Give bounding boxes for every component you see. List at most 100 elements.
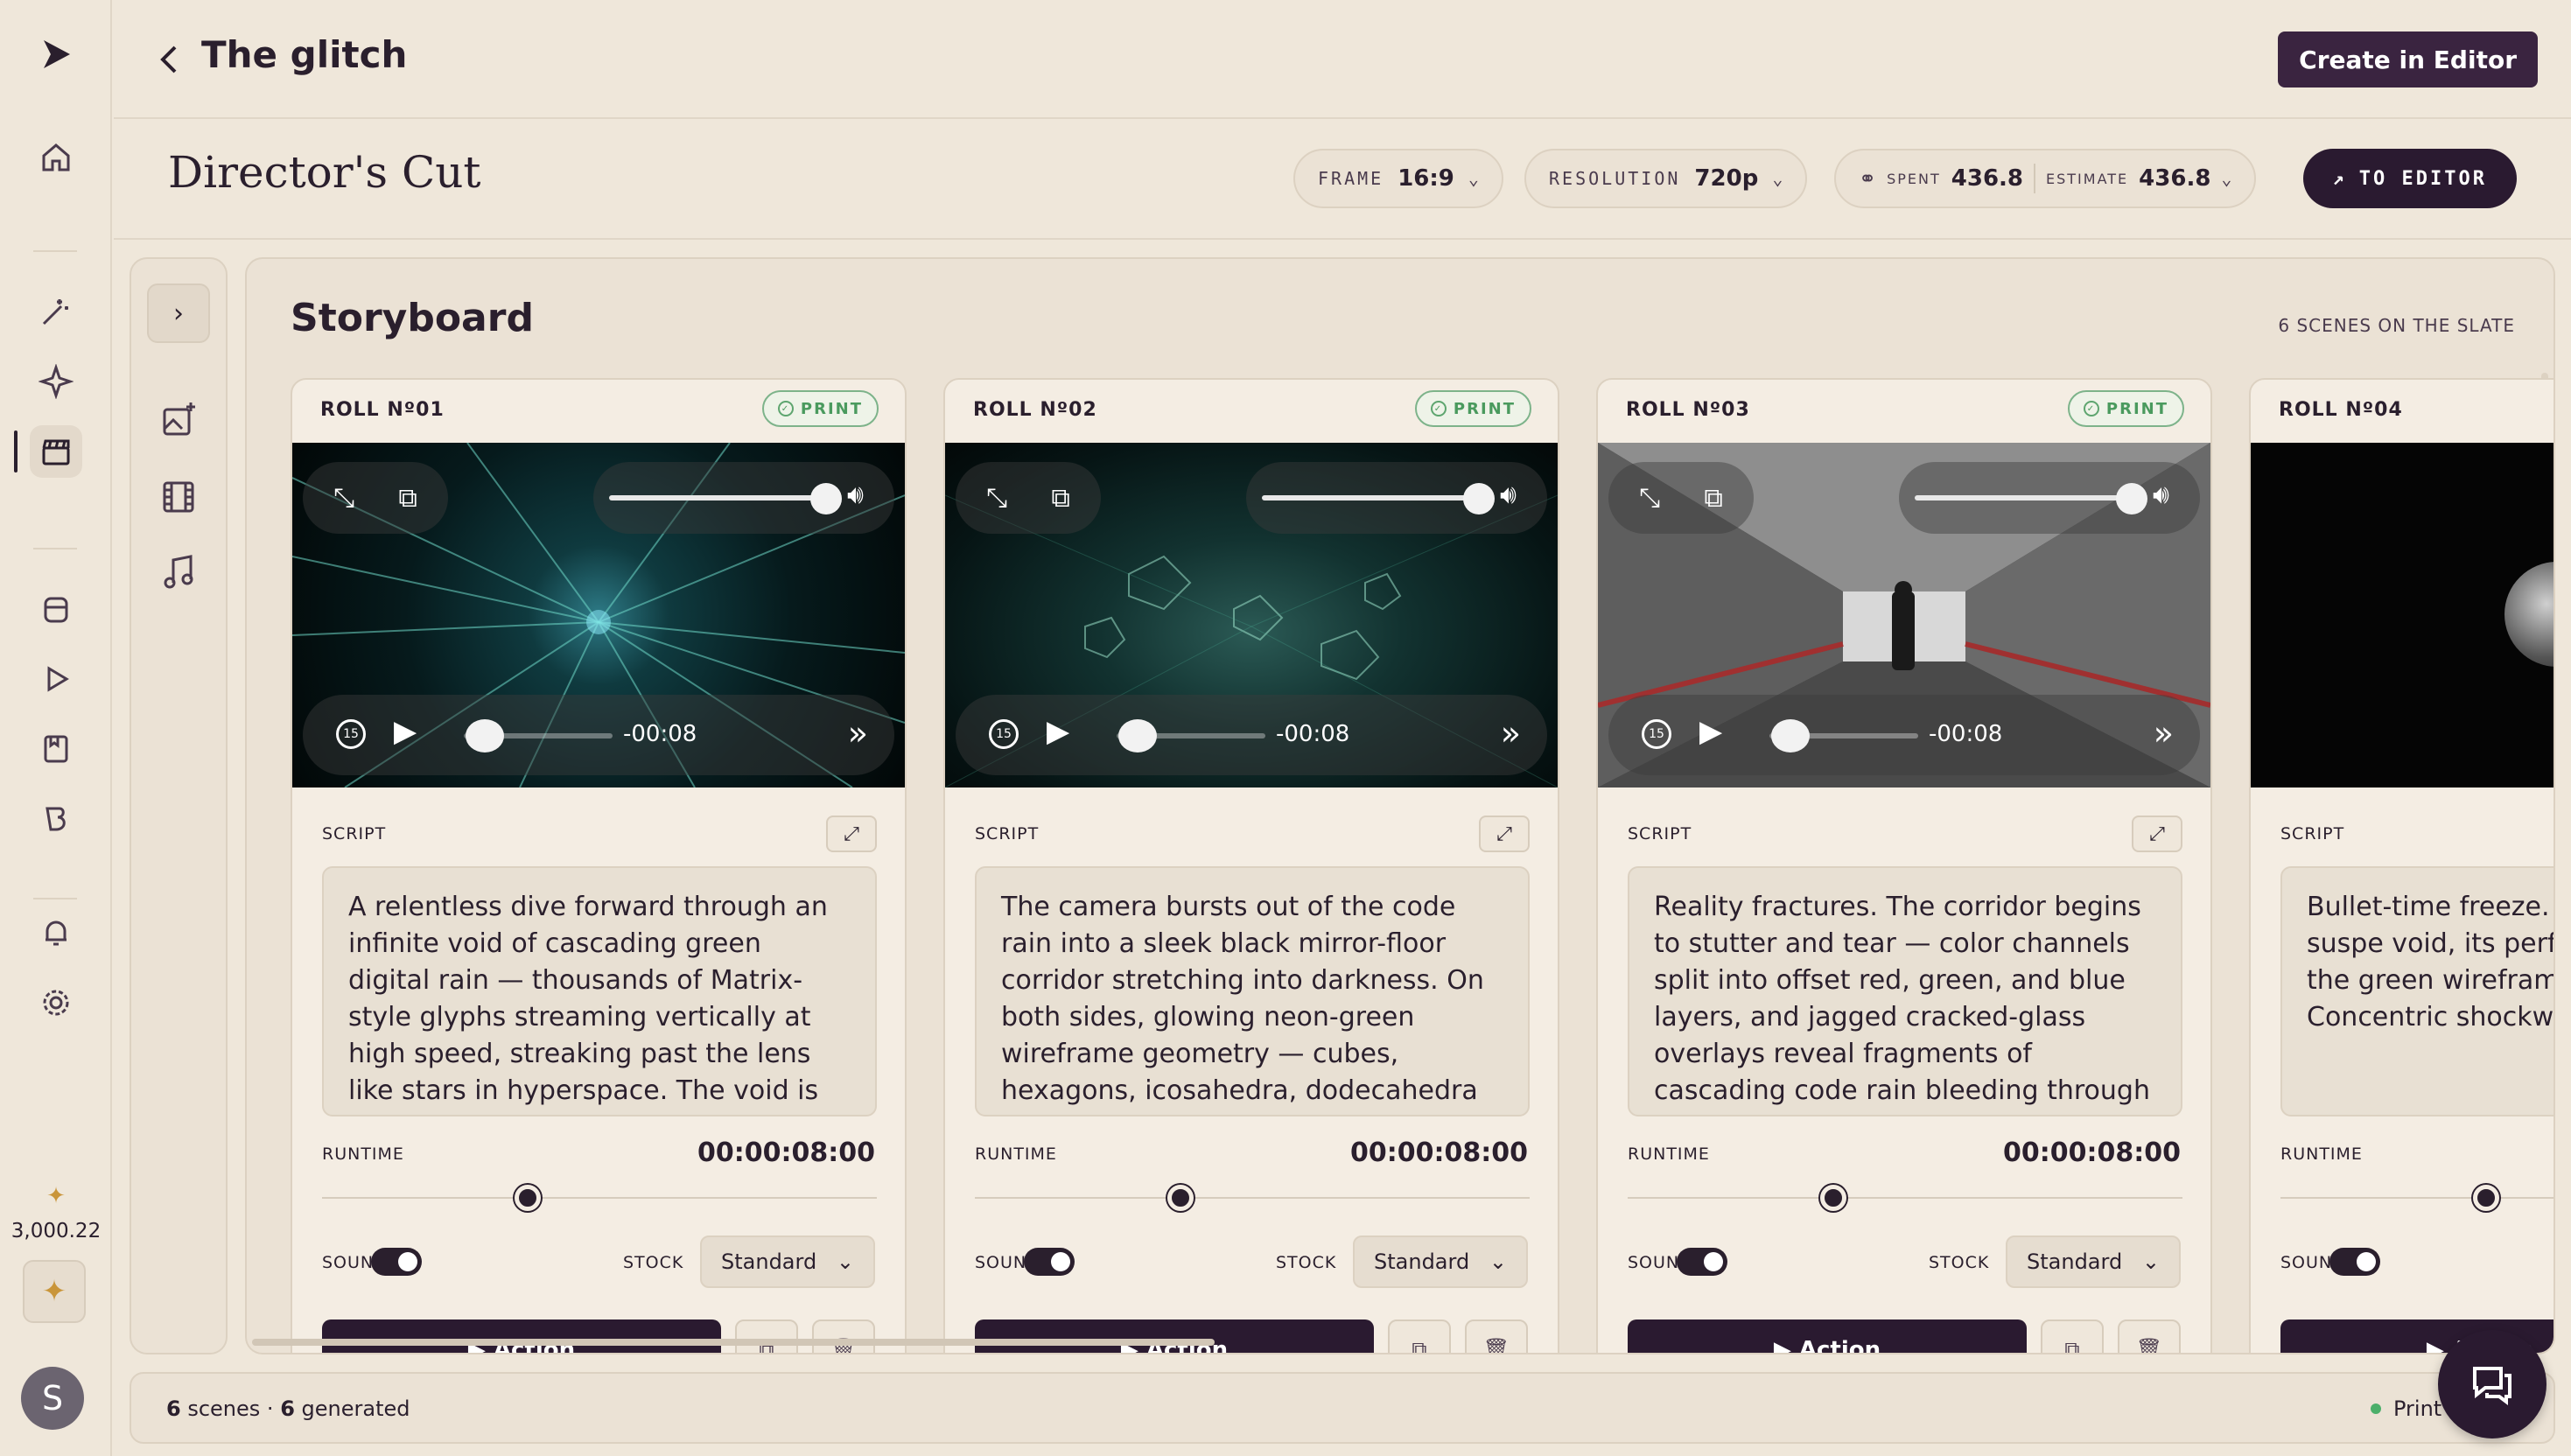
- play-icon[interactable]: ▶: [1047, 714, 1069, 749]
- buy-credits-button[interactable]: ✦: [23, 1260, 86, 1323]
- progress-knob[interactable]: [466, 719, 504, 752]
- rewind-15-icon[interactable]: 15: [1642, 719, 1671, 749]
- expand-panel-button[interactable]: ›: [147, 284, 210, 343]
- bell-icon[interactable]: [30, 906, 82, 959]
- action-button[interactable]: ▶ Action: [322, 1320, 721, 1353]
- volume-control[interactable]: 🔊︎: [1899, 462, 2200, 534]
- video-player[interactable]: ⤡ ⧉ 🔊︎ 15 ▶ -00:08 »: [292, 443, 905, 788]
- avatar[interactable]: S: [21, 1367, 84, 1430]
- rewind-15-icon[interactable]: 15: [989, 719, 1019, 749]
- film-icon[interactable]: [158, 476, 200, 518]
- runtime-slider-track[interactable]: [1628, 1197, 2182, 1199]
- frame-select[interactable]: FRAME 16:9 ⌄: [1293, 149, 1503, 208]
- runtime-slider-knob[interactable]: [1819, 1185, 1846, 1211]
- stock-select[interactable]: Standard ⌄: [2006, 1236, 2181, 1288]
- runtime-slider-track[interactable]: [975, 1197, 1530, 1199]
- volume-icon[interactable]: 🔊︎: [847, 480, 864, 510]
- status-bar: 6 scenes · 6 generated Print of t: [130, 1372, 2555, 1444]
- resolution-select[interactable]: RESOLUTION 720p ⌄: [1524, 149, 1808, 208]
- magic-wand-icon[interactable]: [30, 285, 82, 338]
- action-button[interactable]: ▶ Action: [1628, 1320, 2027, 1354]
- print-badge[interactable]: ✓ PRINT: [1414, 390, 1531, 427]
- delete-button[interactable]: 🗑︎: [1465, 1320, 1528, 1353]
- volume-slider-knob[interactable]: [1463, 483, 1495, 514]
- volume-slider-knob[interactable]: [2116, 483, 2147, 514]
- print-badge[interactable]: ✓ PRINT: [2067, 390, 2184, 427]
- script-text[interactable]: A relentless dive forward through an inf…: [322, 866, 877, 1116]
- delete-button[interactable]: 🗑︎: [2118, 1320, 2181, 1353]
- stock-select[interactable]: Standard ⌄: [700, 1236, 875, 1288]
- progress-knob[interactable]: [1771, 719, 1810, 752]
- sound-toggle[interactable]: [2329, 1248, 2380, 1276]
- cost-select[interactable]: ⚭ SPENT 436.8 ESTIMATE 436.8 ⌄: [1834, 149, 2257, 208]
- video-tools: ⤡ ⧉: [1608, 462, 1754, 534]
- duplicate-button[interactable]: ⧉: [1388, 1320, 1451, 1353]
- sound-toggle[interactable]: [1024, 1248, 1075, 1276]
- fullscreen-icon[interactable]: ⤡: [986, 483, 1007, 514]
- expand-script-button[interactable]: ⤢: [826, 816, 877, 852]
- pip-icon[interactable]: ⧉: [1051, 483, 1069, 514]
- video-player[interactable]: ⤡ ⧉ 🔊︎ 15 ▶ -00:08 »: [945, 443, 1558, 788]
- duplicate-button[interactable]: ⧉: [735, 1320, 798, 1353]
- volume-control[interactable]: 🔊︎: [593, 462, 894, 534]
- sparkle-icon: ✦: [41, 1274, 67, 1309]
- script-text[interactable]: Bullet-time freeze. A sphere hangs suspe…: [2280, 866, 2553, 1116]
- action-button[interactable]: ▶ Action: [975, 1320, 1374, 1353]
- runtime-slider-track[interactable]: [322, 1197, 877, 1199]
- spent-label: SPENT: [1887, 170, 1941, 187]
- volume-icon[interactable]: 🔊︎: [2153, 480, 2169, 510]
- runtime-slider-knob[interactable]: [514, 1185, 541, 1211]
- print-badge[interactable]: ✓ PRINT: [761, 390, 879, 427]
- archive-icon[interactable]: [30, 583, 82, 635]
- fast-forward-icon[interactable]: »: [2154, 714, 2174, 752]
- clapperboard-icon[interactable]: [14, 425, 82, 478]
- create-in-editor-button[interactable]: Create in Editor: [2278, 32, 2538, 88]
- pip-icon[interactable]: ⧉: [398, 483, 417, 514]
- expand-script-button[interactable]: ⤢: [2132, 816, 2182, 852]
- music-note-icon[interactable]: [158, 551, 200, 593]
- logo-icon[interactable]: [30, 28, 82, 80]
- play-icon[interactable]: ▶: [1699, 714, 1722, 749]
- action-label: Action: [1798, 1337, 1881, 1354]
- home-icon[interactable]: [30, 131, 82, 184]
- progress-knob[interactable]: [1118, 719, 1157, 752]
- to-editor-button[interactable]: ↗ TO EDITOR: [2302, 149, 2517, 208]
- top-bar: The glitch Create in Editor: [114, 0, 2571, 119]
- runtime-slider-knob[interactable]: [1166, 1185, 1194, 1211]
- back-arrow-icon[interactable]: [149, 38, 191, 80]
- stock-select[interactable]: Standard ⌄: [1353, 1236, 1528, 1288]
- pip-icon[interactable]: ⧉: [1704, 483, 1722, 514]
- runtime-slider-track[interactable]: [2280, 1197, 2553, 1199]
- fullscreen-icon[interactable]: ⤡: [333, 483, 354, 514]
- volume-slider-knob[interactable]: [810, 483, 842, 514]
- delete-button[interactable]: 🗑︎: [812, 1320, 875, 1353]
- sparkle-icon[interactable]: [30, 355, 82, 408]
- rewind-15-icon[interactable]: 15: [336, 719, 366, 749]
- fast-forward-icon[interactable]: »: [848, 714, 868, 752]
- horizontal-scrollbar[interactable]: [252, 1339, 1215, 1346]
- volume-icon[interactable]: 🔊︎: [1500, 480, 1517, 510]
- play-icon[interactable]: [30, 653, 82, 705]
- gear-icon[interactable]: [30, 976, 82, 1029]
- duplicate-button[interactable]: ⧉: [2041, 1320, 2104, 1353]
- sound-toggle[interactable]: [371, 1248, 422, 1276]
- add-image-icon[interactable]: [158, 399, 200, 441]
- play-icon[interactable]: ▶: [394, 714, 417, 749]
- library-icon[interactable]: [30, 723, 82, 775]
- sound-toggle[interactable]: [1677, 1248, 1727, 1276]
- runtime-slider-knob[interactable]: [2472, 1185, 2499, 1211]
- chat-button[interactable]: [2438, 1330, 2546, 1438]
- script-text[interactable]: Reality fractures. The corridor begins t…: [1628, 866, 2182, 1116]
- expand-icon: ⤢: [844, 822, 859, 845]
- fast-forward-icon[interactable]: »: [1501, 714, 1521, 752]
- sphere-thumbnail: [2504, 562, 2553, 667]
- script-text[interactable]: The camera bursts out of the code rain i…: [975, 866, 1530, 1116]
- video-player[interactable]: [2251, 443, 2553, 788]
- volume-control[interactable]: 🔊︎: [1246, 462, 1547, 534]
- fullscreen-icon[interactable]: ⤡: [1639, 483, 1660, 514]
- runtime-label: RUNTIME: [2280, 1144, 2363, 1164]
- check-icon: ✓: [2083, 401, 2099, 416]
- brand-icon[interactable]: [30, 793, 82, 845]
- video-player[interactable]: ⤡ ⧉ 🔊︎ 15 ▶ -00:08 »: [1598, 443, 2210, 788]
- expand-script-button[interactable]: ⤢: [1479, 816, 1530, 852]
